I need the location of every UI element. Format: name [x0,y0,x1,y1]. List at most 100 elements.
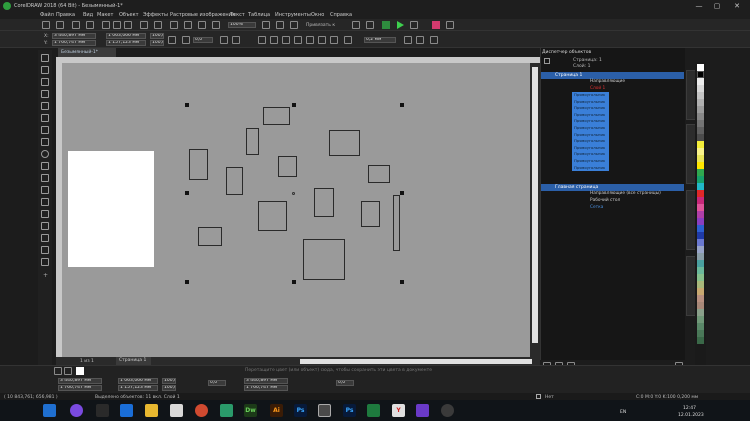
status-width-field[interactable]: 1 063,066 мм [118,378,158,384]
options-gear-icon[interactable] [352,21,360,29]
palette-swatch[interactable] [697,155,704,162]
language-indicator[interactable]: EN [620,410,626,415]
selection-handle[interactable] [185,191,189,195]
scale-y-field[interactable]: 100,0 [150,40,164,46]
menu-edit[interactable]: Правка [56,12,75,19]
to-back-icon[interactable] [416,36,424,44]
palette-swatch[interactable] [697,204,704,211]
show-rulers-icon[interactable] [276,21,284,29]
status-y2-field[interactable]: 1 760,747 мм [244,385,288,391]
import-icon[interactable] [184,21,192,29]
palette-swatch[interactable] [697,239,704,246]
excel-icon[interactable] [367,404,380,417]
rectangle-object[interactable] [198,227,222,246]
palette-swatch[interactable] [697,232,704,239]
macro-manager-icon[interactable] [446,21,454,29]
text-tool-icon[interactable] [41,174,49,182]
status-scale-x[interactable]: 100,0 [162,378,176,384]
illustrator-icon[interactable]: Ai [270,404,283,417]
coreldraw-taskbar-icon[interactable] [318,404,331,417]
create-boundary-icon[interactable] [330,36,338,44]
copy-icon[interactable] [113,21,121,29]
horizontal-scroll-thumb[interactable] [300,359,532,364]
scale-x-field[interactable]: 100,0 [150,33,164,39]
menu-window[interactable]: Окно [311,12,324,19]
menu-table[interactable]: Таблица [248,12,270,19]
desktop-layer[interactable]: Рабочий стол [590,198,620,204]
menu-view[interactable]: Вид [83,12,93,19]
y-position-field[interactable]: 1 760,747 мм [52,40,96,46]
new-document-icon[interactable] [42,21,50,29]
object-item[interactable]: Прямоугольник [572,138,609,145]
rectangle-object[interactable] [329,130,360,156]
palette-swatch[interactable] [697,141,704,148]
palette-swatch[interactable] [697,267,704,274]
rectangle-object[interactable] [361,201,380,227]
palette-swatch[interactable] [697,176,704,183]
zoom-tool-icon[interactable] [41,90,49,98]
palette-swatch[interactable] [697,113,704,120]
clock-time[interactable]: 12:47 [683,406,696,411]
visual-studio-icon[interactable] [416,404,429,417]
drop-shadow-tool-icon[interactable] [41,210,49,218]
palette-swatch[interactable] [697,162,704,169]
object-item[interactable]: Прямоугольник [572,151,609,158]
paste-icon[interactable] [124,21,132,29]
print-icon[interactable] [86,21,94,29]
front-minus-back-icon[interactable] [306,36,314,44]
smart-fill-tool-icon[interactable] [41,114,49,122]
save-icon[interactable] [72,21,80,29]
quick-customize-icon[interactable] [430,36,438,44]
status-x2-field[interactable]: 3 440,897 мм [244,378,288,384]
document-tab[interactable]: Безымянный-1* [58,48,116,57]
grid-layer[interactable]: Сетка [590,205,603,211]
master-guides-layer[interactable]: Направляющие (все страницы) [590,191,661,197]
show-grid-icon[interactable] [290,21,298,29]
rectangle-object[interactable] [258,201,287,231]
palette-swatch[interactable] [697,218,704,225]
freehand-tool-icon[interactable] [41,102,49,110]
add-tool-plus-icon[interactable]: + [43,273,48,279]
object-item[interactable]: Прямоугольник [572,164,609,172]
close-button[interactable]: ✕ [730,1,744,11]
palette-swatch[interactable] [697,295,704,302]
menu-layout[interactable]: Макет [97,12,113,19]
undo-icon[interactable] [140,21,148,29]
file-explorer-icon[interactable] [145,404,158,417]
palette-swatch[interactable] [697,253,704,260]
menu-text[interactable]: Текст [230,12,245,19]
welcome-screen-icon[interactable] [382,21,390,29]
redo-icon[interactable] [154,21,162,29]
palette-swatch[interactable] [697,330,704,337]
palette-swatch[interactable] [697,225,704,232]
palette-swatch[interactable] [697,302,704,309]
corel-connect-icon[interactable] [432,21,440,29]
artistic-media-tool-icon[interactable] [41,126,49,134]
pick-tool-icon[interactable] [41,54,49,62]
clock-app-icon[interactable] [441,404,454,417]
rectangle-object[interactable] [278,156,297,177]
menu-object[interactable]: Объект [119,12,139,19]
interactive-fill-tool-icon[interactable] [41,246,49,254]
width-field[interactable]: 1 063,066 мм [106,33,146,39]
rectangle-object[interactable] [314,188,334,217]
palette-swatch[interactable] [697,197,704,204]
store-icon[interactable] [170,404,183,417]
palette-swatch[interactable] [697,288,704,295]
palette-swatch[interactable] [697,337,704,344]
weld-icon[interactable] [258,36,266,44]
selection-handle[interactable] [185,280,189,284]
palette-swatch[interactable] [697,274,704,281]
color-proof-icon[interactable] [76,367,84,375]
palette-swatch[interactable] [697,316,704,323]
intersect-icon[interactable] [282,36,290,44]
crop-tool-icon[interactable] [41,78,49,86]
palette-swatch[interactable] [697,260,704,267]
object-item[interactable]: Прямоугольник [572,157,609,165]
selection-handle[interactable] [400,191,404,195]
page-tab[interactable]: Страница 1 [116,357,151,365]
selection-handle[interactable] [185,103,189,107]
rectangle-object[interactable] [246,128,259,155]
page-sheet[interactable] [68,151,154,267]
palette-swatch[interactable] [697,281,704,288]
